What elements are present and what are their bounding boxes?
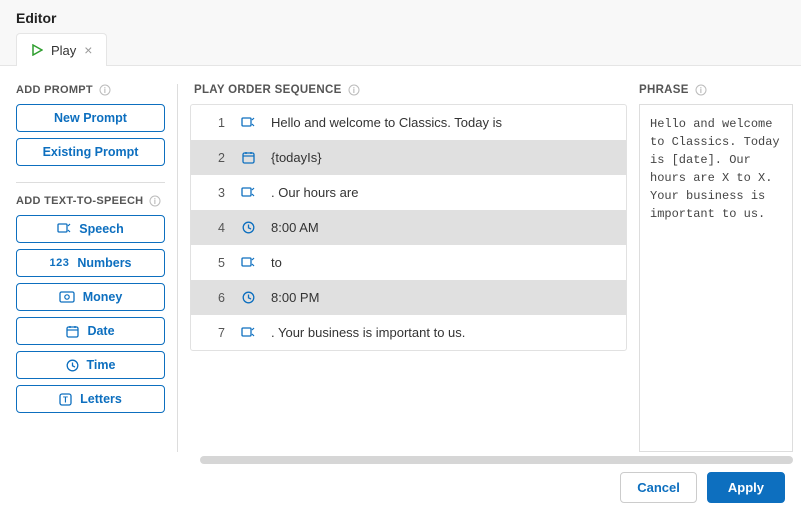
tab-play[interactable]: Play ×: [16, 33, 107, 66]
new-prompt-button[interactable]: New Prompt: [16, 104, 165, 132]
add-prompt-title: ADD PROMPT i: [16, 84, 165, 96]
clock-icon: [66, 359, 79, 372]
existing-prompt-button[interactable]: Existing Prompt: [16, 138, 165, 166]
section-add-tts: ADD TEXT-TO-SPEECH i Speech 123 Numbers: [16, 182, 165, 413]
sequence-row[interactable]: 4 8:00 AM: [191, 210, 626, 245]
sequence-number: 5: [211, 256, 225, 270]
sequence-text: 8:00 PM: [271, 290, 319, 305]
editor-header: Editor Play ×: [0, 0, 801, 66]
time-icon: [239, 291, 257, 304]
play-order-title: PLAY ORDER SEQUENCE i: [190, 84, 627, 96]
time-button[interactable]: Time: [16, 351, 165, 379]
sequence-text: 8:00 AM: [271, 220, 319, 235]
tab-label: Play: [51, 43, 76, 58]
editor-title: Editor: [16, 10, 785, 32]
phrase-panel: PHRASE i Hello and welcome to Classics. …: [639, 84, 793, 452]
speech-icon: [239, 256, 257, 270]
phrase-title-text: PHRASE: [639, 84, 689, 96]
section-add-prompt: ADD PROMPT i New Prompt Existing Prompt: [16, 84, 165, 166]
letters-button[interactable]: T Letters: [16, 385, 165, 413]
sequence-number: 3: [211, 186, 225, 200]
letters-icon: T: [59, 393, 72, 406]
footer: Cancel Apply: [0, 464, 801, 503]
sequence-row[interactable]: 7 . Your business is important to us.: [191, 315, 626, 350]
horizontal-scrollbar[interactable]: [200, 456, 793, 464]
play-order-title-text: PLAY ORDER SEQUENCE: [194, 84, 342, 96]
sequence-text: to: [271, 255, 282, 270]
money-label: Money: [83, 290, 123, 304]
speech-icon: [57, 222, 71, 236]
letters-label: Letters: [80, 392, 122, 406]
sequence-row[interactable]: 3 . Our hours are: [191, 175, 626, 210]
money-button[interactable]: Money: [16, 283, 165, 311]
play-icon: [31, 44, 43, 56]
tabs: Play ×: [16, 32, 785, 65]
calendar-icon: [66, 325, 79, 338]
sequence-text: Hello and welcome to Classics. Today is: [271, 115, 502, 130]
sequence-number: 7: [211, 326, 225, 340]
apply-button[interactable]: Apply: [707, 472, 785, 503]
add-tts-title: ADD TEXT-TO-SPEECH i: [16, 195, 165, 207]
money-icon: [59, 291, 75, 303]
svg-text:i: i: [699, 86, 702, 95]
numbers-icon: 123: [49, 257, 69, 269]
sequence-row[interactable]: 1 Hello and welcome to Classics. Today is: [191, 105, 626, 140]
new-prompt-label: New Prompt: [54, 111, 127, 125]
existing-prompt-label: Existing Prompt: [43, 145, 139, 159]
sequence-number: 1: [211, 116, 225, 130]
info-icon: i: [99, 84, 111, 96]
sequence-number: 6: [211, 291, 225, 305]
sequence-list: 1 Hello and welcome to Classics. Today is…: [190, 104, 627, 351]
numbers-button[interactable]: 123 Numbers: [16, 249, 165, 277]
phrase-textarea[interactable]: Hello and welcome to Classics. Today is …: [639, 104, 793, 452]
close-icon[interactable]: ×: [84, 42, 92, 58]
time-label: Time: [87, 358, 116, 372]
sequence-row[interactable]: 2 {todayIs}: [191, 140, 626, 175]
time-icon: [239, 221, 257, 234]
speech-button[interactable]: Speech: [16, 215, 165, 243]
date-label: Date: [87, 324, 114, 338]
info-icon: i: [695, 84, 707, 96]
info-icon: i: [149, 195, 161, 207]
add-prompt-title-text: ADD PROMPT: [16, 84, 93, 96]
sequence-number: 2: [211, 151, 225, 165]
sequence-row[interactable]: 5 to: [191, 245, 626, 280]
svg-text:i: i: [352, 86, 355, 95]
sequence-number: 4: [211, 221, 225, 235]
sequence-text: {todayIs}: [271, 150, 322, 165]
add-tts-title-text: ADD TEXT-TO-SPEECH: [16, 195, 143, 207]
sequence-text: . Our hours are: [271, 185, 358, 200]
info-icon: i: [348, 84, 360, 96]
sequence-row[interactable]: 6 8:00 PM: [191, 280, 626, 315]
speech-icon: [239, 326, 257, 340]
sidebar: ADD PROMPT i New Prompt Existing Prompt …: [8, 84, 178, 452]
speech-icon: [239, 186, 257, 200]
date-icon: [239, 151, 257, 164]
svg-text:i: i: [154, 197, 157, 206]
cancel-button[interactable]: Cancel: [620, 472, 697, 503]
speech-label: Speech: [79, 222, 123, 236]
svg-text:T: T: [63, 395, 68, 404]
play-order-panel: PLAY ORDER SEQUENCE i 1 Hello and welcome…: [190, 84, 627, 452]
svg-text:i: i: [104, 86, 107, 95]
sequence-text: . Your business is important to us.: [271, 325, 465, 340]
numbers-label: Numbers: [77, 256, 131, 270]
date-button[interactable]: Date: [16, 317, 165, 345]
phrase-title: PHRASE i: [639, 84, 793, 96]
speech-icon: [239, 116, 257, 130]
